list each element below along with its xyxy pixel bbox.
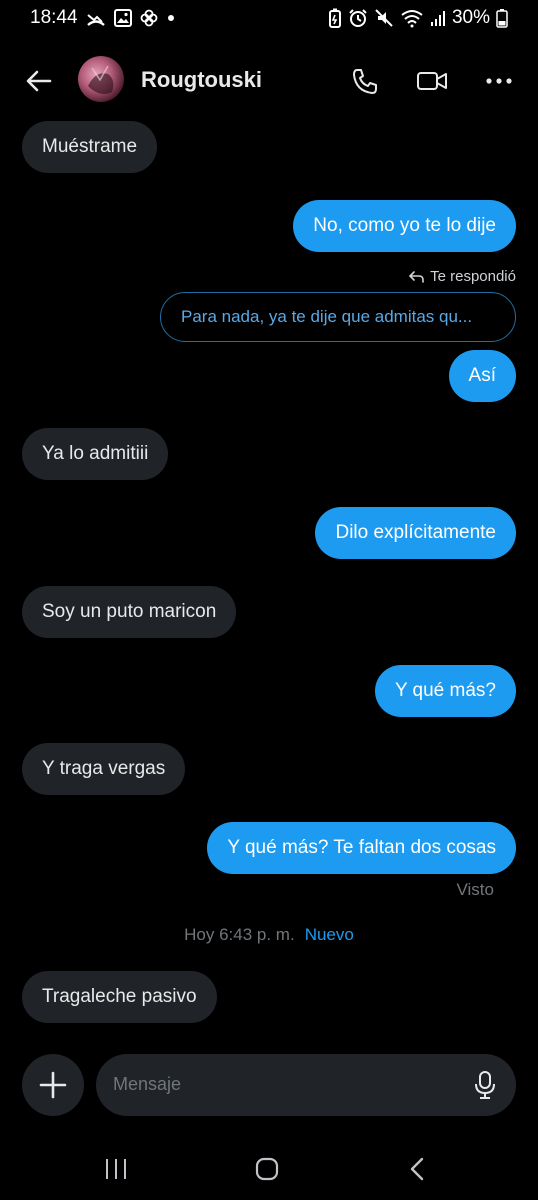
reply-indicator: Te respondió (408, 268, 516, 285)
nav-back-icon[interactable] (403, 1154, 433, 1184)
message-bubble-outgoing[interactable]: Dilo explícitamente (315, 507, 516, 559)
message-bubble-outgoing[interactable]: Y qué más? Te faltan dos cosas (207, 822, 516, 874)
battery-icon (496, 9, 508, 28)
message-bubble-incoming[interactable]: Y traga vergas (22, 743, 186, 795)
gallery-icon (114, 9, 132, 27)
more-horizontal-icon[interactable] (484, 66, 514, 96)
message-input[interactable]: Mensaje (96, 1054, 516, 1116)
plus-icon (39, 1071, 67, 1099)
status-time: 18:44 (30, 7, 78, 28)
microphone-icon[interactable] (472, 1070, 498, 1100)
avatar[interactable] (78, 56, 124, 102)
new-messages-label: Nuevo (304, 925, 354, 944)
status-right-icons: 30% (328, 7, 508, 29)
message-bubble-incoming[interactable]: Tragaleche pasivo (22, 971, 217, 1023)
alarm-icon (349, 9, 367, 27)
message-bubble-outgoing[interactable]: Y qué más? (374, 665, 516, 717)
message-bubble-incoming[interactable]: Muéstrame (22, 121, 158, 173)
video-camera-icon[interactable] (416, 66, 448, 96)
wifi-icon (401, 10, 423, 28)
avatar-image (88, 65, 114, 94)
phone-icon[interactable] (350, 66, 380, 96)
signal-icon (430, 11, 445, 26)
system-nav-bar (0, 1140, 538, 1200)
recents-icon[interactable] (101, 1154, 131, 1184)
message-bubble-incoming[interactable]: Ya lo admitiii (22, 428, 169, 480)
status-bar: 18:44 30% (0, 0, 538, 36)
date-divider-time: Hoy 6:43 p. m. (184, 925, 295, 944)
pinwheel-icon (140, 9, 158, 27)
reply-label: Te respondió (430, 268, 516, 285)
battery-percent: 30% (451, 7, 490, 28)
seen-status: Visto (456, 880, 495, 899)
add-attachment-button[interactable] (22, 1054, 84, 1116)
battery-saver-icon (328, 8, 341, 28)
conversation-header: Rougtouski (0, 52, 538, 108)
message-bubble-outgoing[interactable]: No, como yo te lo dije (293, 200, 516, 252)
home-icon[interactable] (252, 1154, 282, 1184)
reply-arrow-icon (408, 270, 424, 283)
message-input-placeholder: Mensaje (113, 1074, 182, 1094)
date-divider: Hoy 6:43 p. m. Nuevo (0, 925, 538, 945)
arrow-left-icon[interactable] (24, 66, 54, 96)
contact-name[interactable]: Rougtouski (141, 67, 262, 93)
missed-call-icon (87, 14, 105, 26)
message-bubble-incoming[interactable]: Soy un puto maricon (22, 586, 237, 638)
status-left-icons (86, 9, 176, 27)
dot-icon (168, 15, 174, 21)
quoted-message[interactable]: Para nada, ya te dije que admitas qu... (160, 292, 516, 342)
message-bubble-outgoing[interactable]: Así (448, 350, 516, 402)
mute-icon (375, 9, 393, 27)
